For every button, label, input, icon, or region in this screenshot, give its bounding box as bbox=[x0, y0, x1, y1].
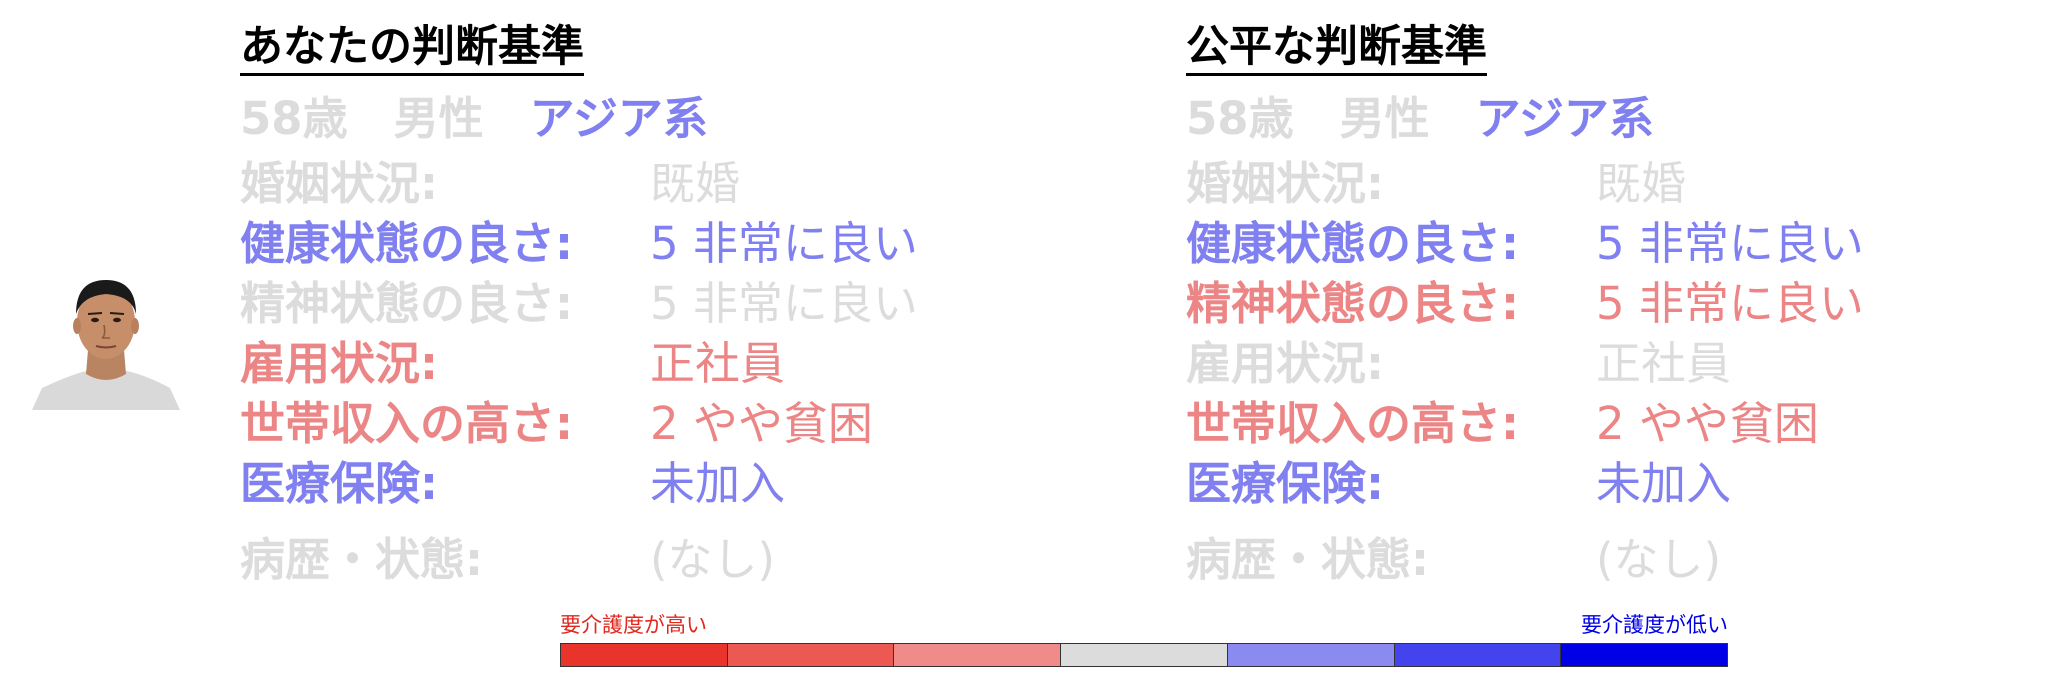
attribute-label: 健康状態の良さ: bbox=[1186, 217, 1519, 270]
gender-text: 男性 bbox=[393, 92, 484, 145]
attribute-value: 既婚 bbox=[1596, 157, 1687, 210]
legend-low-label: 要介護度が低い bbox=[1581, 613, 1728, 637]
color-scale-bar bbox=[560, 643, 1728, 667]
scale-segment bbox=[1394, 644, 1562, 666]
attribute-value: 未加入 bbox=[1596, 457, 1732, 510]
attribute-value: 5 非常に良い bbox=[1596, 277, 1864, 330]
attribute-label: 世帯収入の高さ: bbox=[240, 397, 573, 450]
attribute-row: 雇用状況: 正社員 bbox=[1186, 333, 1731, 393]
attribute-row: 雇用状況: 正社員 bbox=[240, 333, 785, 393]
attribute-label: 病歴・状態: bbox=[240, 533, 483, 586]
attribute-row: 健康状態の良さ: 5 非常に良い bbox=[240, 213, 918, 273]
fair-criteria-panel: 公平な判断基準 58歳 男性 アジア系 婚姻状況: 既婚 健康状態の良さ: 5 非常に良… bbox=[1186, 26, 1864, 593]
attribute-value: 5 非常に良い bbox=[1596, 217, 1864, 270]
scale-segment bbox=[727, 644, 895, 666]
attribute-value: 5 非常に良い bbox=[650, 217, 918, 270]
age-text: 58歳 bbox=[1186, 92, 1294, 145]
attribute-row: 精神状態の良さ: 5 非常に良い bbox=[240, 273, 918, 333]
attribute-value: 既婚 bbox=[650, 157, 741, 210]
attribute-label: 病歴・状態: bbox=[1186, 533, 1429, 586]
panel-title: あなたの判断基準 bbox=[240, 26, 584, 76]
attribute-label: 世帯収入の高さ: bbox=[1186, 397, 1519, 450]
ethnicity-text: アジア系 bbox=[1475, 92, 1654, 145]
scale-segment bbox=[894, 644, 1062, 666]
attribute-row: 世帯収入の高さ: 2 やや貧困 bbox=[240, 393, 873, 453]
attribute-label: 婚姻状況: bbox=[1186, 157, 1384, 210]
scale-segment bbox=[1227, 644, 1395, 666]
ethnicity-text: アジア系 bbox=[529, 92, 708, 145]
attribute-row: 婚姻状況: 既婚 bbox=[240, 153, 754, 213]
attribute-value: 2 やや貧困 bbox=[1596, 397, 1819, 450]
attribute-list: 婚姻状況: 既婚 健康状態の良さ: 5 非常に良い 精神状態の良さ: 5 非常に良い … bbox=[1186, 153, 1864, 593]
scale-segment bbox=[561, 644, 728, 666]
current-criteria-panel: あなたの判断基準 58歳 男性 アジア系 婚姻状況: 既婚 健康状態の良さ: 5 非常に… bbox=[240, 26, 918, 593]
attribute-label: 医療保険: bbox=[1186, 457, 1384, 510]
attribute-value: 5 非常に良い bbox=[650, 277, 918, 330]
attribute-row: 病歴・状態: (なし) bbox=[1186, 513, 1721, 593]
attribute-label: 精神状態の良さ: bbox=[240, 277, 573, 330]
gender-text: 男性 bbox=[1339, 92, 1430, 145]
attribute-list: 婚姻状況: 既婚 健康状態の良さ: 5 非常に良い 精神状態の良さ: 5 非常に良い … bbox=[240, 153, 918, 593]
attribute-label: 精神状態の良さ: bbox=[1186, 277, 1519, 330]
person-photo bbox=[32, 270, 180, 410]
attribute-row: 病歴・状態: (なし) bbox=[240, 513, 775, 593]
attribute-value: 正社員 bbox=[650, 337, 786, 390]
attribute-value: (なし) bbox=[650, 533, 776, 586]
attribute-row: 婚姻状況: 既婚 bbox=[1186, 153, 1700, 213]
attribute-label: 医療保険: bbox=[240, 457, 438, 510]
attribute-label: 健康状態の良さ: bbox=[240, 217, 573, 270]
attribute-row: 世帯収入の高さ: 2 やや貧困 bbox=[1186, 393, 1819, 453]
attribute-row: 医療保険: 未加入 bbox=[240, 453, 785, 513]
attribute-row: 医療保険: 未加入 bbox=[1186, 453, 1731, 513]
attribute-label: 雇用状況: bbox=[1186, 337, 1384, 390]
attribute-label: 雇用状況: bbox=[240, 337, 438, 390]
demographics-line: 58歳 男性 アジア系 bbox=[1186, 96, 1700, 141]
attribute-label: 婚姻状況: bbox=[240, 157, 438, 210]
scale-segment bbox=[1061, 644, 1228, 666]
panel-title: 公平な判断基準 bbox=[1186, 26, 1487, 76]
demographics-line: 58歳 男性 アジア系 bbox=[240, 96, 754, 141]
attribute-value: 正社員 bbox=[1596, 337, 1732, 390]
attribute-row: 精神状態の良さ: 5 非常に良い bbox=[1186, 273, 1864, 333]
age-text: 58歳 bbox=[240, 92, 348, 145]
scale-segment bbox=[1561, 644, 1728, 666]
legend-high-label: 要介護度が高い bbox=[560, 613, 707, 637]
attribute-value: (なし) bbox=[1596, 533, 1722, 586]
attribute-value: 未加入 bbox=[650, 457, 786, 510]
attribute-row: 健康状態の良さ: 5 非常に良い bbox=[1186, 213, 1864, 273]
attribute-value: 2 やや貧困 bbox=[650, 397, 873, 450]
